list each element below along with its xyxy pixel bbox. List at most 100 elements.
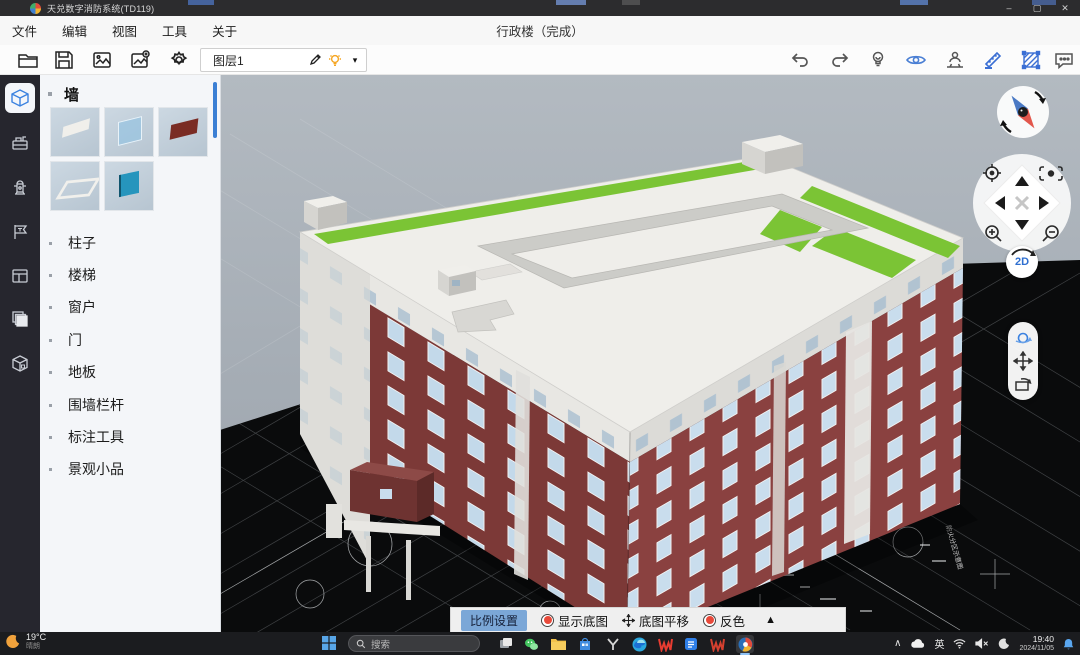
search-placeholder: 搜索 — [371, 637, 390, 651]
toggle-2d-button[interactable]: 2D — [1006, 246, 1038, 278]
document-title: 行政楼（完成） — [0, 16, 1080, 45]
panel-scrollbar[interactable] — [213, 82, 217, 138]
titlebar: 天兑数字消防系统(TD119) – ▢ ✕ — [0, 0, 1080, 16]
docs-app-icon[interactable] — [682, 635, 700, 653]
comments-button[interactable] — [1052, 48, 1076, 72]
close-button[interactable]: ✕ — [1052, 0, 1078, 16]
visibility-eye-button[interactable] — [904, 48, 928, 72]
menubar: 文件 编辑 视图 工具 关于 行政楼（完成） — [0, 16, 1080, 46]
wechat-app-icon[interactable] — [522, 635, 540, 653]
thumb-blue-wall[interactable] — [104, 161, 154, 211]
onedrive-cloud-icon[interactable] — [910, 639, 925, 649]
moon-icon — [6, 634, 21, 649]
thumb-glass-wall[interactable] — [104, 107, 154, 157]
category-annotation-tools[interactable]: 标注工具 — [40, 424, 220, 450]
tray-chevron-up[interactable]: ∧ — [894, 638, 901, 649]
toolbar: ▾ — [0, 45, 1080, 75]
night-mode-icon[interactable] — [998, 638, 1010, 650]
weather-widget[interactable]: 19°C 晴朗 — [6, 633, 46, 650]
component-panel: 墙 柱子 楼梯 窗户 门 地板 围墙栏杆 标注工具 景观小品 — [40, 74, 221, 632]
windows-start-button[interactable] — [322, 636, 338, 652]
rail-furniture-button[interactable] — [5, 128, 35, 158]
edit-pencil-icon[interactable] — [305, 53, 325, 67]
layer-name-input[interactable] — [211, 52, 305, 68]
maximize-button[interactable]: ▢ — [1024, 0, 1050, 16]
category-windows[interactable]: 窗户 — [40, 294, 220, 320]
undo-button[interactable] — [788, 48, 812, 72]
pan-cross-icon — [622, 614, 635, 627]
rail-model-3d-button[interactable] — [5, 83, 35, 113]
rotate-mode-button[interactable] — [1013, 374, 1033, 394]
section-wall-header[interactable]: 墙 — [40, 82, 79, 106]
light-bulb-icon[interactable] — [325, 53, 345, 67]
basemap-pan-option[interactable]: 底图平移 — [622, 611, 689, 630]
background-fragment — [556, 0, 586, 5]
scale-settings-button[interactable]: 比例设置 — [461, 610, 527, 631]
show-basemap-radio[interactable] — [541, 614, 554, 627]
wifi-icon[interactable] — [953, 638, 966, 649]
viewport-3d[interactable]: 防火分区示意图 — [220, 74, 1080, 632]
taskbar-search[interactable]: 搜索 — [348, 635, 480, 652]
category-doors[interactable]: 门 — [40, 327, 220, 353]
invert-color-radio[interactable] — [703, 614, 716, 627]
temperature-label: 19°C — [26, 633, 46, 642]
ime-indicator[interactable]: 英 — [934, 636, 944, 651]
map-image-button[interactable] — [128, 48, 152, 72]
collapse-panel-arrow[interactable]: ▲ — [765, 614, 776, 626]
navigation-pad[interactable] — [972, 153, 1072, 253]
wps-sheet-icon[interactable] — [708, 635, 726, 653]
category-stairs[interactable]: 楼梯 — [40, 262, 220, 288]
thumb-red-wall[interactable] — [158, 107, 208, 157]
taskbar-clock[interactable]: 19:40 2024/11/05 — [1019, 635, 1054, 652]
y-app-icon[interactable] — [604, 635, 622, 653]
section-bullet — [48, 92, 52, 96]
time-label: 19:40 — [1033, 635, 1054, 644]
orbit-mode-button[interactable] — [1013, 328, 1033, 348]
layer-dropdown-caret[interactable]: ▾ — [345, 55, 365, 66]
redo-button[interactable] — [828, 48, 852, 72]
pan-mode-button[interactable] — [1013, 351, 1033, 371]
rail-layers-button[interactable] — [5, 304, 35, 334]
app-logo-icon — [30, 3, 41, 14]
person-location-button[interactable] — [943, 48, 967, 72]
task-view-button[interactable] — [497, 635, 515, 653]
category-floor[interactable]: 地板 — [40, 359, 220, 385]
hatch-region-button[interactable] — [1019, 48, 1043, 72]
rail-fire-hydrant-button[interactable] — [5, 172, 35, 202]
category-columns[interactable]: 柱子 — [40, 230, 220, 256]
rail-flag-annotation-button[interactable] — [5, 217, 35, 247]
wps-app-icon[interactable] — [656, 635, 674, 653]
microsoft-store-icon[interactable] — [576, 635, 594, 653]
category-landscape-items[interactable]: 景观小品 — [40, 456, 220, 482]
thumb-room-box[interactable] — [50, 161, 100, 211]
td119-app-icon[interactable] — [736, 635, 754, 653]
save-button[interactable] — [52, 48, 76, 72]
thumb-white-wall[interactable] — [50, 107, 100, 157]
edge-browser-icon[interactable] — [630, 635, 648, 653]
file-explorer-icon[interactable] — [549, 635, 567, 653]
open-folder-button[interactable] — [16, 48, 40, 72]
tool-rail — [0, 74, 40, 632]
compass-control[interactable] — [995, 84, 1051, 140]
layer-selector[interactable]: ▾ — [200, 48, 367, 72]
section-wall-label: 墙 — [64, 84, 79, 105]
rail-layout-panels-button[interactable] — [5, 261, 35, 291]
show-basemap-option[interactable]: 显示底图 — [541, 611, 608, 630]
scene-3d[interactable]: 防火分区示意图 — [220, 74, 1080, 632]
category-fence-railing[interactable]: 围墙栏杆 — [40, 392, 220, 418]
rail-component-box-button[interactable] — [5, 349, 35, 379]
invert-color-option[interactable]: 反色 — [703, 611, 745, 630]
volume-muted-icon[interactable] — [975, 638, 989, 649]
settings-gear-button[interactable] — [167, 48, 191, 72]
system-tray: ∧ 英 19:40 2024/11/05 — [894, 632, 1080, 655]
app-window: 天兑数字消防系统(TD119) – ▢ ✕ 文件 编辑 视图 工具 关于 行政楼… — [0, 0, 1080, 655]
search-icon — [356, 639, 366, 649]
image-button[interactable] — [90, 48, 114, 72]
notification-bell-icon[interactable] — [1063, 638, 1074, 650]
windows-taskbar: 19°C 晴朗 搜索 — [0, 632, 1080, 655]
minimize-button[interactable]: – — [996, 0, 1022, 16]
basemap-toolbar: 比例设置 显示底图 底图平移 反色 ▲ — [450, 607, 846, 632]
measure-ruler-button[interactable] — [981, 48, 1005, 72]
idea-bulb-button[interactable] — [866, 48, 890, 72]
window-title: 天兑数字消防系统(TD119) — [47, 2, 154, 15]
